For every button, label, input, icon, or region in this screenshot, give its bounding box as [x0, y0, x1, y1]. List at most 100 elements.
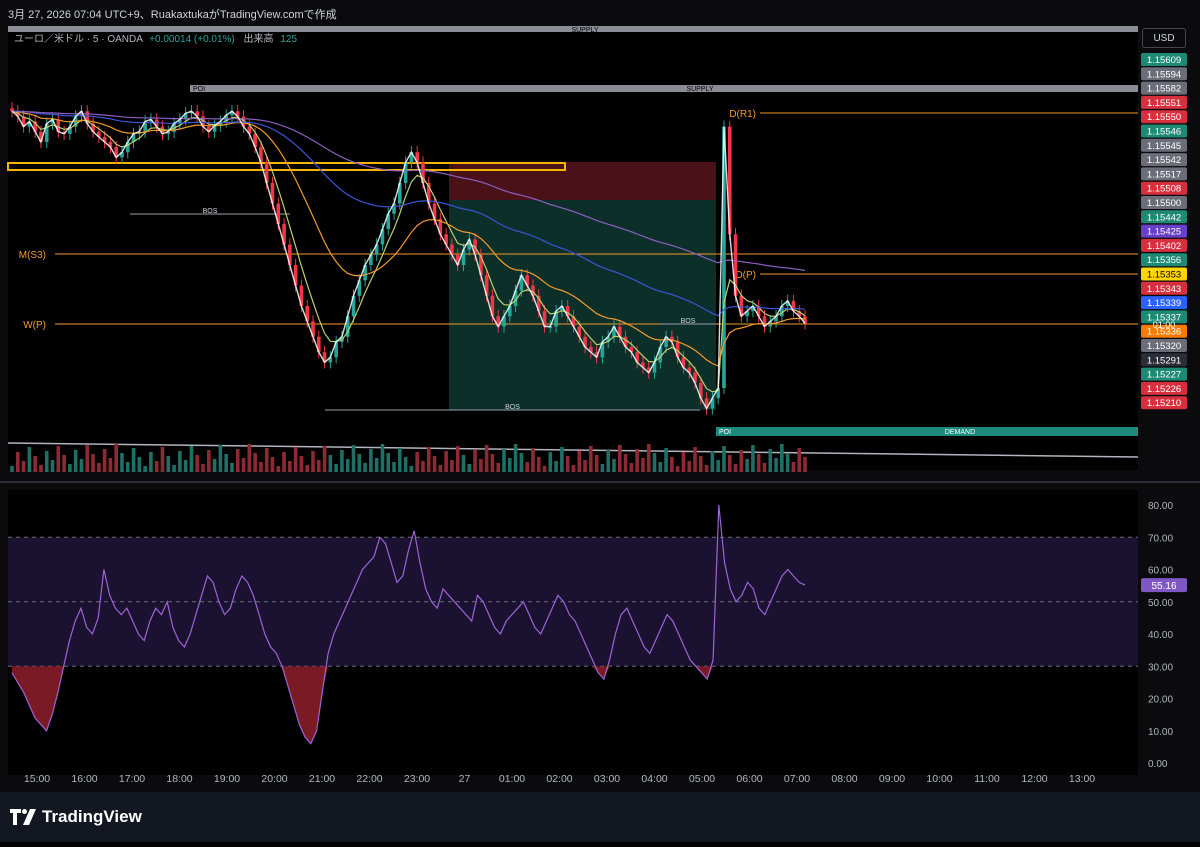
volume-bar: [166, 456, 171, 472]
price-label: 1.15582: [1147, 84, 1181, 95]
volume-bar: [264, 448, 269, 472]
volume-bar: [299, 456, 304, 472]
volume-bar: [73, 450, 78, 472]
volume-bar: [369, 449, 373, 472]
volume-bar: [704, 465, 709, 472]
volume-bar: [496, 463, 501, 472]
volume-bar: [780, 444, 784, 472]
volume-bar: [693, 447, 697, 472]
volume-bar: [513, 444, 518, 472]
symbol-name[interactable]: ユーロ／米ドル · 5 · OANDA: [14, 34, 142, 45]
volume-bar: [739, 450, 744, 472]
volume-bar: [305, 465, 310, 472]
price-label: 1.15343: [1147, 284, 1181, 295]
volume-bar: [490, 454, 495, 472]
time-axis-tick: 23:00: [404, 773, 430, 785]
volume-bar: [154, 461, 159, 472]
volume-bar: [519, 453, 524, 472]
rsi-value-label: 55.16: [1151, 581, 1176, 592]
volume-bar: [276, 466, 281, 472]
volume-bar: [363, 463, 367, 472]
price-chart[interactable]: SUPPLY SUPPLY POI DEMAND POI D(R1) M(S3) D(P) W(…: [0, 0, 1200, 842]
price-label: 1.15291: [1147, 355, 1181, 366]
price-change: +0.00014 (+0.01%): [149, 34, 235, 45]
supply-label: SUPPLY: [571, 27, 598, 34]
time-axis-tick: 02:00: [546, 773, 572, 785]
volume-bar: [664, 448, 668, 472]
price-label: 1.15227: [1147, 370, 1181, 381]
demand-label: DEMAND: [945, 429, 975, 436]
volume-bar: [554, 461, 558, 472]
time-axis-tick: 11:00: [974, 773, 1000, 785]
time-axis-tick: 06:00: [736, 773, 762, 785]
volume-label: 出来高: [243, 34, 274, 45]
time-axis-tick: 20:00: [261, 773, 287, 785]
volume-bar: [212, 459, 217, 472]
volume-bar: [189, 446, 194, 472]
volume-bar: [270, 457, 275, 472]
volume-bar: [247, 444, 252, 472]
rsi-axis-tick: 10.00: [1148, 727, 1173, 738]
volume-bar: [652, 453, 657, 472]
volume-bar: [670, 457, 674, 472]
volume-bar: [253, 453, 257, 472]
volume-bar: [97, 463, 101, 472]
footer-bar: [0, 792, 1200, 842]
volume-bar: [56, 446, 61, 472]
volume-bar: [461, 455, 466, 472]
volume-bar: [195, 455, 200, 472]
price-label: 1.15339: [1147, 298, 1181, 309]
volume-bar: [131, 448, 136, 472]
volume-bar: [91, 454, 95, 472]
volume-bar: [577, 451, 582, 472]
volume-bar: [600, 464, 605, 472]
bos-label: BOS: [681, 318, 696, 325]
volume-bar: [15, 452, 20, 472]
volume-bar: [386, 453, 391, 472]
volume-bar: [681, 452, 686, 472]
volume-bar: [803, 457, 807, 472]
volume-bar: [120, 453, 124, 472]
volume-bar: [565, 456, 570, 472]
volume-bar: [345, 459, 350, 472]
volume-bar: [351, 445, 356, 472]
supply-zone: [190, 85, 1138, 92]
volume-bar: [322, 446, 327, 472]
time-axis-tick: 03:00: [594, 773, 620, 785]
time-axis-tick: 05:00: [689, 773, 715, 785]
price-label: 1.15356: [1147, 255, 1181, 266]
volume-bar: [617, 445, 622, 472]
rsi-axis-tick: 70.00: [1148, 533, 1173, 544]
volume-bar: [143, 466, 147, 472]
volume-bar: [334, 464, 338, 472]
volume-bar: [507, 458, 512, 472]
volume-bar: [594, 455, 599, 472]
price-label: 1.15542: [1147, 155, 1181, 166]
volume-bar: [415, 452, 419, 472]
volume-bar: [235, 449, 240, 472]
price-label: 1.15550: [1147, 112, 1181, 123]
pivot-label: M(S3): [19, 250, 46, 261]
volume-bar: [218, 445, 223, 472]
rsi-axis-tick: 30.00: [1148, 662, 1173, 673]
time-axis-tick: 09:00: [879, 773, 905, 785]
volume-bar: [68, 464, 72, 472]
volume-bar: [756, 454, 761, 472]
volume-bar: [484, 445, 489, 472]
volume-bar: [207, 450, 211, 472]
volume-bar: [114, 444, 118, 472]
volume-bar: [571, 465, 576, 472]
volume-bar: [201, 464, 205, 472]
volume-bar: [479, 459, 483, 472]
volume-bar: [403, 457, 408, 472]
volume-bar: [293, 447, 298, 472]
volume-bar: [137, 457, 142, 472]
volume-value: 125: [280, 34, 298, 45]
currency-button[interactable]: USD: [1142, 28, 1186, 48]
pivot-label: D(R1): [729, 109, 756, 120]
demand-zone: [716, 427, 1138, 436]
poi-label: POI: [719, 429, 731, 436]
volume-bar: [548, 452, 553, 472]
volume-bar: [531, 448, 535, 472]
volume-bar: [392, 462, 396, 472]
